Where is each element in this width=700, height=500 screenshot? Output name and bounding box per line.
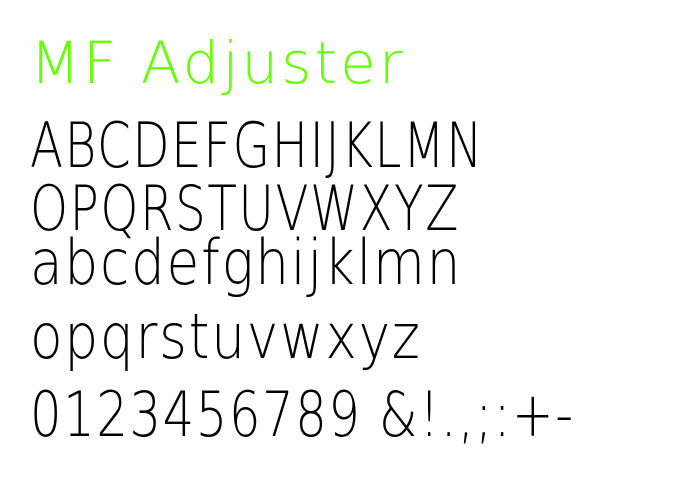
digits-and-symbols-line: 0123456789 &!.,;:+-: [30, 378, 575, 451]
font-title: MF Adjuster: [30, 29, 406, 97]
lowercase-line-2: opqrstuvwxyz: [30, 300, 422, 373]
lowercase-line-1: abcdefghijklmn: [30, 226, 463, 299]
font-specimen: MF Adjuster ABCDEFGHIJKLMN OPQRSTUVWXYZ …: [0, 0, 700, 500]
uppercase-line-1: ABCDEFGHIJKLMN: [30, 109, 485, 182]
